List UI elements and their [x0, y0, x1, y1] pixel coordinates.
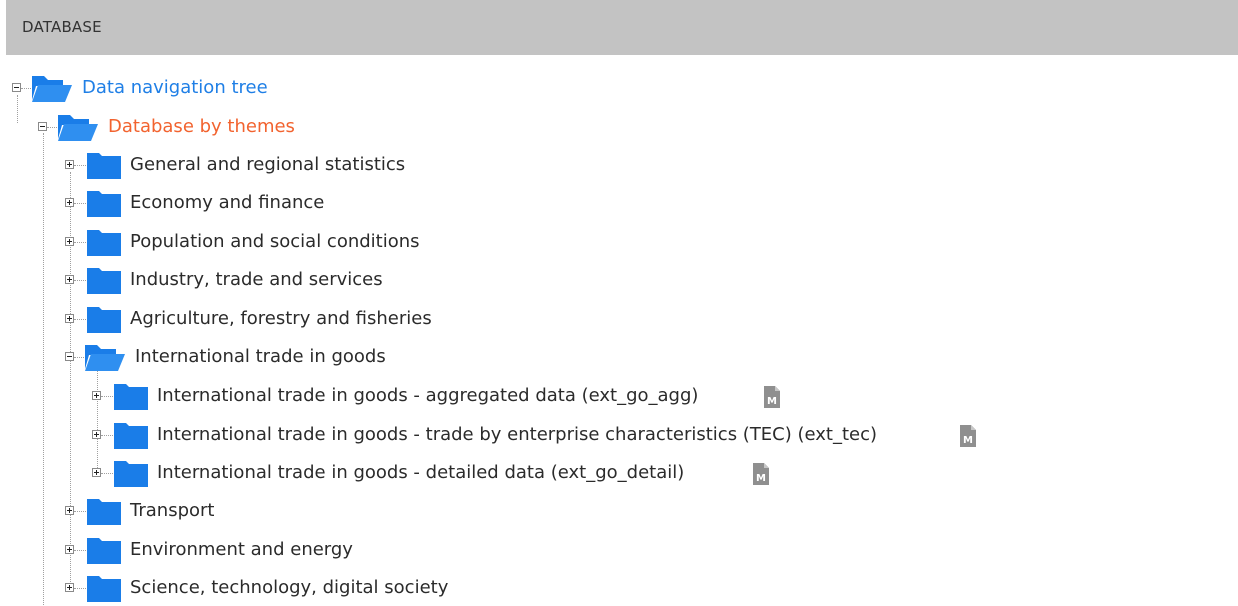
- tree-node-label[interactable]: International trade in goods: [135, 345, 386, 369]
- tree-node-label[interactable]: Science, technology, digital society: [130, 576, 448, 600]
- tree-connector: [74, 511, 86, 512]
- folder-icon[interactable]: [86, 535, 122, 565]
- tree-node-label[interactable]: Transport: [130, 499, 214, 523]
- collapse-toggle[interactable]: [38, 122, 47, 131]
- folder-icon[interactable]: [113, 458, 149, 488]
- expand-toggle[interactable]: [92, 468, 101, 477]
- tree-node-label[interactable]: Economy and finance: [130, 191, 324, 215]
- open-folder-icon[interactable]: [84, 341, 126, 373]
- collapse-toggle[interactable]: [12, 83, 21, 92]
- tree-node-label[interactable]: Industry, trade and services: [130, 268, 383, 292]
- tree-connector: [74, 203, 86, 204]
- folder-icon[interactable]: [86, 150, 122, 180]
- tree-connector: [74, 242, 86, 243]
- tree-connector: [74, 550, 86, 551]
- tree-node-theme[interactable]: Population and social conditions: [0, 226, 480, 260]
- tree-node-label[interactable]: International trade in goods - trade by …: [157, 423, 877, 447]
- metadata-badge-text: M: [756, 473, 766, 484]
- metadata-icon[interactable]: M: [959, 424, 977, 448]
- tree-node-label[interactable]: International trade in goods - aggregate…: [157, 384, 698, 408]
- tree-node-label[interactable]: General and regional statistics: [130, 153, 405, 177]
- folder-icon[interactable]: [86, 227, 122, 257]
- expand-toggle[interactable]: [92, 391, 101, 400]
- tree-node-database-by-themes[interactable]: Database by themes: [0, 110, 340, 144]
- folder-icon[interactable]: [86, 496, 122, 526]
- metadata-icon[interactable]: M: [763, 385, 781, 409]
- open-folder-icon[interactable]: [57, 111, 99, 143]
- tree-connector: [21, 88, 31, 89]
- expand-toggle[interactable]: [65, 583, 74, 592]
- open-folder-icon[interactable]: [31, 72, 73, 104]
- tree-node-theme[interactable]: Industry, trade and services: [0, 264, 460, 298]
- tree-connector: [47, 127, 57, 128]
- tree-node-theme[interactable]: Science, technology, digital society: [0, 572, 500, 606]
- tree-connector: [101, 473, 113, 474]
- collapse-toggle[interactable]: [65, 352, 74, 361]
- tree-node-label[interactable]: Population and social conditions: [130, 230, 420, 254]
- expand-toggle[interactable]: [65, 237, 74, 246]
- tree-node-dataset[interactable]: International trade in goods - trade by …: [0, 419, 1000, 453]
- tree-node-theme[interactable]: Economy and finance: [0, 187, 460, 221]
- folder-icon[interactable]: [86, 188, 122, 218]
- expand-toggle[interactable]: [92, 430, 101, 439]
- tree-connector: [101, 435, 113, 436]
- expand-toggle[interactable]: [65, 198, 74, 207]
- expand-toggle[interactable]: [65, 314, 74, 323]
- expand-toggle[interactable]: [65, 506, 74, 515]
- tree-node-dataset[interactable]: International trade in goods - aggregate…: [0, 380, 800, 414]
- metadata-badge-text: M: [963, 435, 973, 446]
- tree-node-themes-label[interactable]: Database by themes: [108, 115, 295, 139]
- folder-icon[interactable]: [86, 573, 122, 603]
- expand-toggle[interactable]: [65, 275, 74, 284]
- tree-node-theme-expanded[interactable]: International trade in goods: [0, 341, 460, 375]
- tree-node-theme[interactable]: Environment and energy: [0, 534, 420, 568]
- tree-connector: [74, 319, 86, 320]
- folder-icon[interactable]: [86, 265, 122, 295]
- expand-toggle[interactable]: [65, 160, 74, 169]
- tree-node-root[interactable]: Data navigation tree: [0, 72, 300, 106]
- folder-icon[interactable]: [113, 381, 149, 411]
- tree-node-theme[interactable]: Transport: [0, 495, 300, 529]
- tree-connector: [74, 280, 86, 281]
- tree-node-theme[interactable]: Agriculture, forestry and fisheries: [0, 303, 500, 337]
- tree-connector: [74, 588, 86, 589]
- data-navigation-tree: Data navigation tree Database by themes …: [0, 0, 1238, 606]
- tree-connector: [74, 165, 86, 166]
- tree-node-label[interactable]: International trade in goods - detailed …: [157, 461, 684, 485]
- folder-icon[interactable]: [86, 304, 122, 334]
- folder-icon[interactable]: [113, 420, 149, 450]
- metadata-badge-text: M: [767, 396, 777, 407]
- tree-connector: [74, 357, 84, 358]
- tree-node-theme[interactable]: General and regional statistics: [0, 148, 460, 182]
- tree-connector: [101, 396, 113, 397]
- tree-node-label[interactable]: Environment and energy: [130, 538, 353, 562]
- expand-toggle[interactable]: [65, 545, 74, 554]
- tree-node-root-label[interactable]: Data navigation tree: [82, 76, 268, 100]
- tree-node-label[interactable]: Agriculture, forestry and fisheries: [130, 307, 432, 331]
- metadata-icon[interactable]: M: [752, 462, 770, 486]
- tree-node-dataset[interactable]: International trade in goods - detailed …: [0, 457, 800, 491]
